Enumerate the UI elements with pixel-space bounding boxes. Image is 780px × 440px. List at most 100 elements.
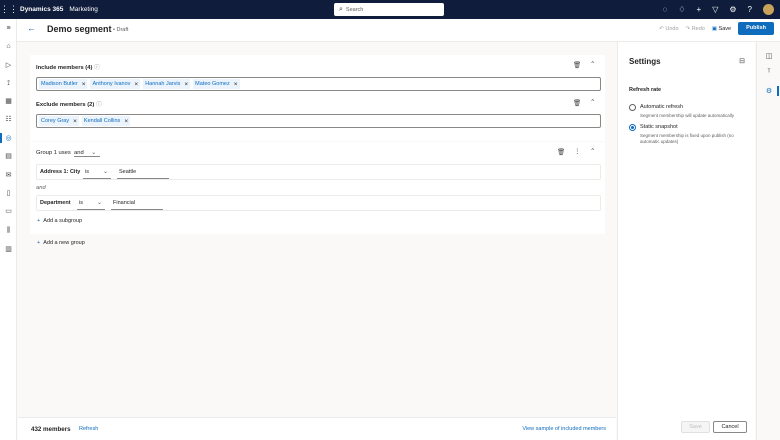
left-navigation: ≡ ⌂ ▷ ⟟ ▦ ☷ ◎ ▤ ✉ ▯ ▭ ⫼ ▥ RM	[0, 19, 17, 440]
chevron-down-icon: ⌄	[91, 150, 97, 156]
copilot-icon[interactable]: ◌	[663, 5, 668, 14]
redo-button[interactable]: ↷ Redo	[686, 26, 705, 32]
remove-icon[interactable]: ×	[124, 118, 128, 125]
settings-gear-icon[interactable]: ⚙	[729, 5, 736, 14]
brand-name[interactable]: Dynamics 365	[20, 6, 63, 13]
hamburger-icon[interactable]: ≡	[0, 25, 17, 32]
member-chip[interactable]: Mateo Gomez ×	[193, 79, 240, 89]
chevron-up-icon[interactable]: ⌃	[590, 60, 595, 68]
plus-icon: +	[37, 218, 41, 224]
panel-icon[interactable]: ◫	[757, 52, 780, 60]
report-icon[interactable]: ▥	[0, 245, 17, 253]
automatic-refresh-desc: Segment membership will update automatic…	[640, 113, 735, 118]
analytics-icon[interactable]: ⫼	[0, 227, 17, 235]
help-icon[interactable]: ?	[748, 5, 752, 14]
chip-label: Kendall Collins	[83, 118, 121, 124]
chevron-up-icon[interactable]: ⌃	[590, 98, 595, 106]
status-badge: • Draft	[113, 27, 129, 33]
app-name[interactable]: Marketing	[69, 6, 98, 13]
member-chip[interactable]: Kendall Collins ×	[81, 116, 131, 126]
condition-attribute[interactable]: Department	[40, 200, 71, 206]
right-rail: ◫ ᵀ ⚙	[756, 42, 780, 440]
delete-icon[interactable]: 🗑	[573, 99, 581, 107]
footer-bar: 432 members Refresh View sample of inclu…	[18, 417, 616, 440]
list-icon[interactable]: ▤	[0, 152, 17, 160]
condition-value[interactable]: Financial	[113, 200, 135, 206]
condition-attribute[interactable]: Address 1: City	[40, 169, 80, 175]
remove-icon[interactable]: ×	[134, 81, 138, 88]
chip-label: Anthony Ivanov	[92, 81, 131, 87]
delete-icon[interactable]: 🗑	[557, 148, 565, 156]
filter-icon[interactable]: ▽	[712, 5, 718, 14]
remove-icon[interactable]: ×	[184, 81, 188, 88]
lightbulb-icon[interactable]: ♢	[678, 5, 685, 14]
member-chip[interactable]: Hannah Jarvis ×	[143, 79, 191, 89]
automatic-refresh-radio[interactable]	[629, 104, 636, 111]
collapse-panel-icon[interactable]: ⊟	[739, 57, 745, 65]
command-actions: ↶ Undo ↷ Redo ▣ Save Publish	[659, 22, 774, 35]
more-options-icon[interactable]: ⋮	[574, 147, 581, 155]
member-chip[interactable]: Corey Gray ×	[39, 116, 79, 126]
plus-icon[interactable]: +	[697, 5, 702, 14]
refresh-link[interactable]: Refresh	[79, 426, 98, 432]
condition-row: Address 1: City is ⌄ Seattle	[36, 164, 601, 180]
value-underline	[117, 178, 169, 179]
form-icon[interactable]: ☷	[0, 115, 17, 123]
home-icon[interactable]: ⌂	[0, 43, 17, 50]
text-format-icon[interactable]: ᵀ	[757, 69, 780, 76]
group-label: Group 1 uses	[36, 150, 71, 156]
save-label: Save	[718, 25, 732, 32]
phone-icon[interactable]: ▯	[0, 189, 17, 197]
condition-operator[interactable]: is	[85, 169, 89, 175]
app-launcher-icon[interactable]: ⋮⋮	[0, 0, 18, 19]
operator-underline	[83, 178, 111, 179]
info-icon[interactable]: ⓘ	[94, 65, 100, 71]
value-underline	[111, 209, 163, 210]
chevron-up-icon[interactable]: ⌃	[590, 147, 595, 155]
segments-icon[interactable]: ◎	[0, 134, 17, 142]
add-subgroup-link[interactable]: + Add a subgroup	[37, 218, 82, 224]
user-avatar[interactable]	[763, 4, 774, 15]
condition-value[interactable]: Seattle	[119, 169, 136, 175]
search-input[interactable]: ⌕ Search	[334, 3, 444, 16]
search-placeholder: Search	[345, 6, 364, 13]
publish-button[interactable]: Publish	[738, 22, 774, 35]
member-count: 432 members	[31, 426, 71, 433]
members-card	[30, 55, 605, 141]
include-members-field[interactable]: Madison Butler × Anthony Ivanov × Hannah J…	[36, 77, 601, 91]
view-sample-link[interactable]: View sample of included members	[522, 426, 606, 432]
chevron-down-icon[interactable]: ⌄	[103, 168, 108, 175]
group-operator-select[interactable]: and ⌄	[74, 150, 100, 157]
top-icons: ◌ ♢ + ▽ ⚙ ?	[663, 0, 774, 19]
undo-button[interactable]: ↶ Undo	[659, 26, 678, 32]
add-group-link[interactable]: + Add a new group	[37, 240, 85, 246]
chip-label: Corey Gray	[41, 118, 70, 124]
remove-icon[interactable]: ×	[73, 118, 77, 125]
back-arrow-icon[interactable]: ←	[27, 23, 36, 33]
library-icon[interactable]: ▦	[0, 97, 17, 105]
remove-icon[interactable]: ×	[234, 81, 238, 88]
undo-label: Undo	[665, 25, 679, 32]
save-button[interactable]: ▣ Save	[712, 26, 731, 32]
remove-icon[interactable]: ×	[82, 81, 86, 88]
member-chip[interactable]: Madison Butler ×	[39, 79, 88, 89]
journey-icon[interactable]: ⟟	[0, 80, 17, 88]
exclude-members-field[interactable]: Corey Gray × Kendall Collins ×	[36, 114, 601, 128]
settings-panel: Settings ⊟ Refresh rate Automatic refres…	[617, 42, 755, 440]
info-icon[interactable]: ⓘ	[96, 102, 102, 108]
status-label: Draft	[116, 27, 129, 33]
save-icon: ▣	[711, 25, 718, 32]
static-snapshot-radio[interactable]	[629, 124, 636, 131]
settings-cancel-button[interactable]: Cancel	[713, 421, 747, 433]
member-chip[interactable]: Anthony Ivanov ×	[90, 79, 141, 89]
mail-icon[interactable]: ✉	[0, 171, 17, 179]
static-snapshot-label[interactable]: Static snapshot	[640, 124, 678, 130]
automatic-refresh-label[interactable]: Automatic refresh	[640, 104, 683, 110]
condition-operator[interactable]: is	[79, 200, 83, 206]
play-icon[interactable]: ▷	[0, 61, 17, 69]
delete-icon[interactable]: 🗑	[573, 61, 581, 69]
chevron-down-icon[interactable]: ⌄	[97, 199, 102, 206]
settings-tune-icon[interactable]: ⚙	[757, 87, 780, 95]
settings-save-button[interactable]: Save	[681, 421, 710, 433]
folder-icon[interactable]: ▭	[0, 207, 17, 215]
